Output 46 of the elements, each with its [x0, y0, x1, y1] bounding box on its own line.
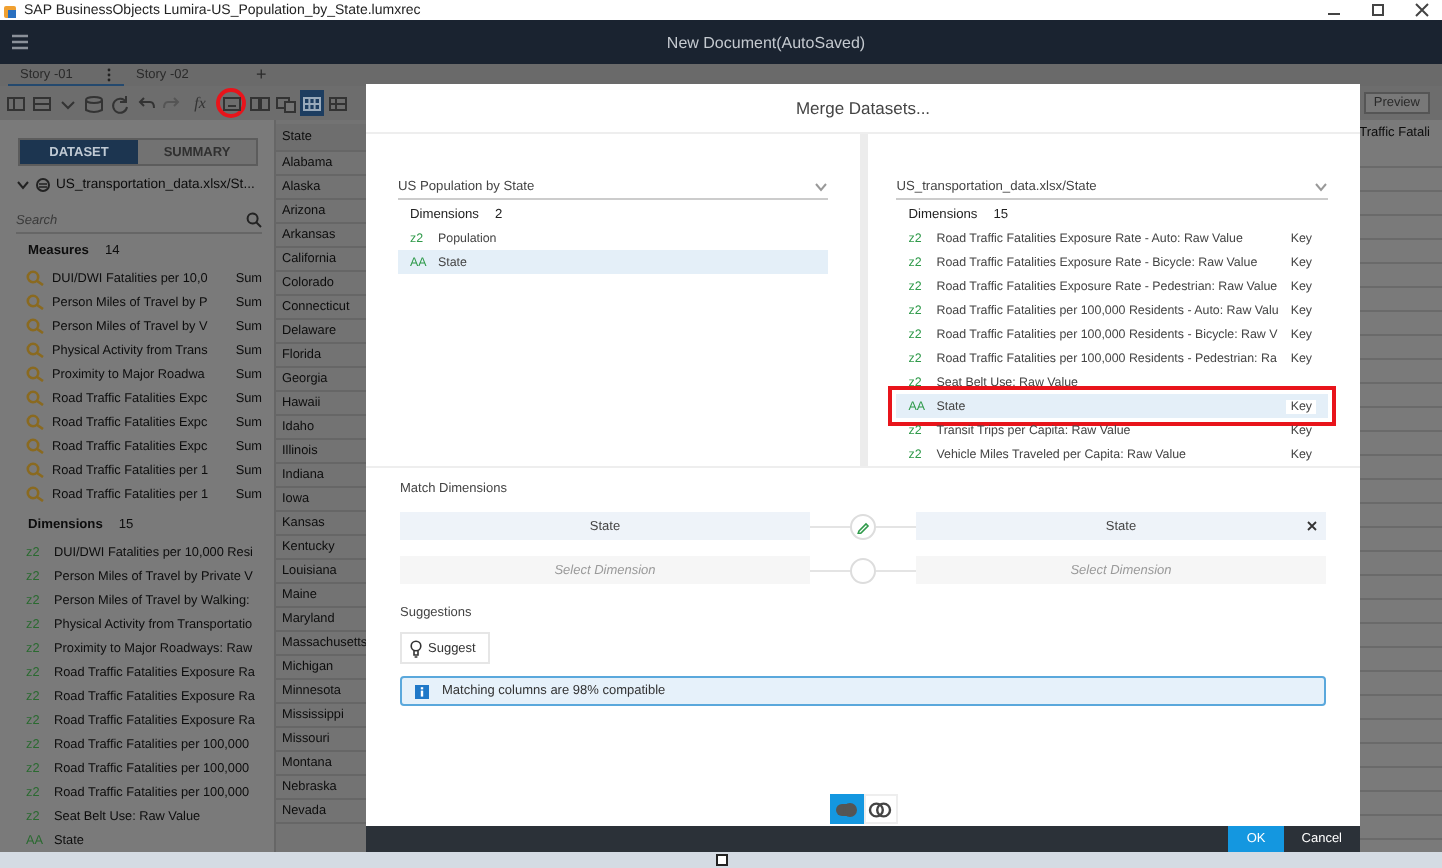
measure-icon	[26, 294, 44, 310]
square-icon[interactable]	[715, 854, 727, 866]
measure-icon	[26, 366, 44, 382]
measure-icon	[26, 270, 44, 286]
grid-button[interactable]	[300, 90, 324, 116]
table-icon	[30, 91, 54, 115]
menu-icon[interactable]	[10, 34, 30, 50]
dialog-title: Merge Datasets...	[366, 84, 1360, 134]
columns-icon	[326, 91, 350, 115]
dataset-frame-icon	[219, 91, 243, 115]
pencil-icon	[856, 519, 870, 533]
document-title: New Document(AutoSaved)	[664, 33, 868, 51]
join-mode-button[interactable]	[829, 794, 863, 824]
grid-icon	[300, 91, 324, 115]
measure-icon	[26, 462, 44, 478]
measure-icon	[26, 486, 44, 502]
union-mode-button[interactable]	[863, 794, 897, 824]
refresh-icon	[108, 91, 132, 115]
chevron-down-icon[interactable]	[16, 177, 30, 191]
maximize-icon[interactable]	[1370, 2, 1386, 18]
measure-icon	[26, 414, 44, 430]
info-icon	[414, 683, 430, 699]
close-icon[interactable]	[1414, 2, 1430, 18]
union-icon	[868, 799, 892, 819]
close-icon[interactable]	[1306, 520, 1318, 532]
join-icon	[834, 799, 858, 819]
measure-icon	[26, 342, 44, 358]
lightbulb-icon	[410, 639, 422, 657]
link-button[interactable]	[850, 513, 876, 539]
database-icon	[36, 177, 50, 191]
chevron-down-icon[interactable]	[1314, 181, 1328, 191]
panel-icon	[4, 91, 28, 115]
search-icon	[246, 212, 262, 228]
refresh-button[interactable]	[108, 90, 132, 116]
chevron-down-icon[interactable]	[814, 181, 829, 191]
compare-view-icon	[274, 91, 298, 115]
measure-icon	[26, 390, 44, 406]
more-icon[interactable]	[106, 67, 112, 81]
split-view-icon	[248, 91, 272, 115]
formula-button[interactable]: fx	[186, 90, 214, 116]
add-tab-button[interactable]: +	[240, 64, 283, 86]
app-icon	[4, 3, 18, 17]
measure-icon	[26, 318, 44, 334]
database-icon	[82, 91, 106, 115]
database-button[interactable]	[82, 90, 106, 116]
measure-icon	[26, 438, 44, 454]
